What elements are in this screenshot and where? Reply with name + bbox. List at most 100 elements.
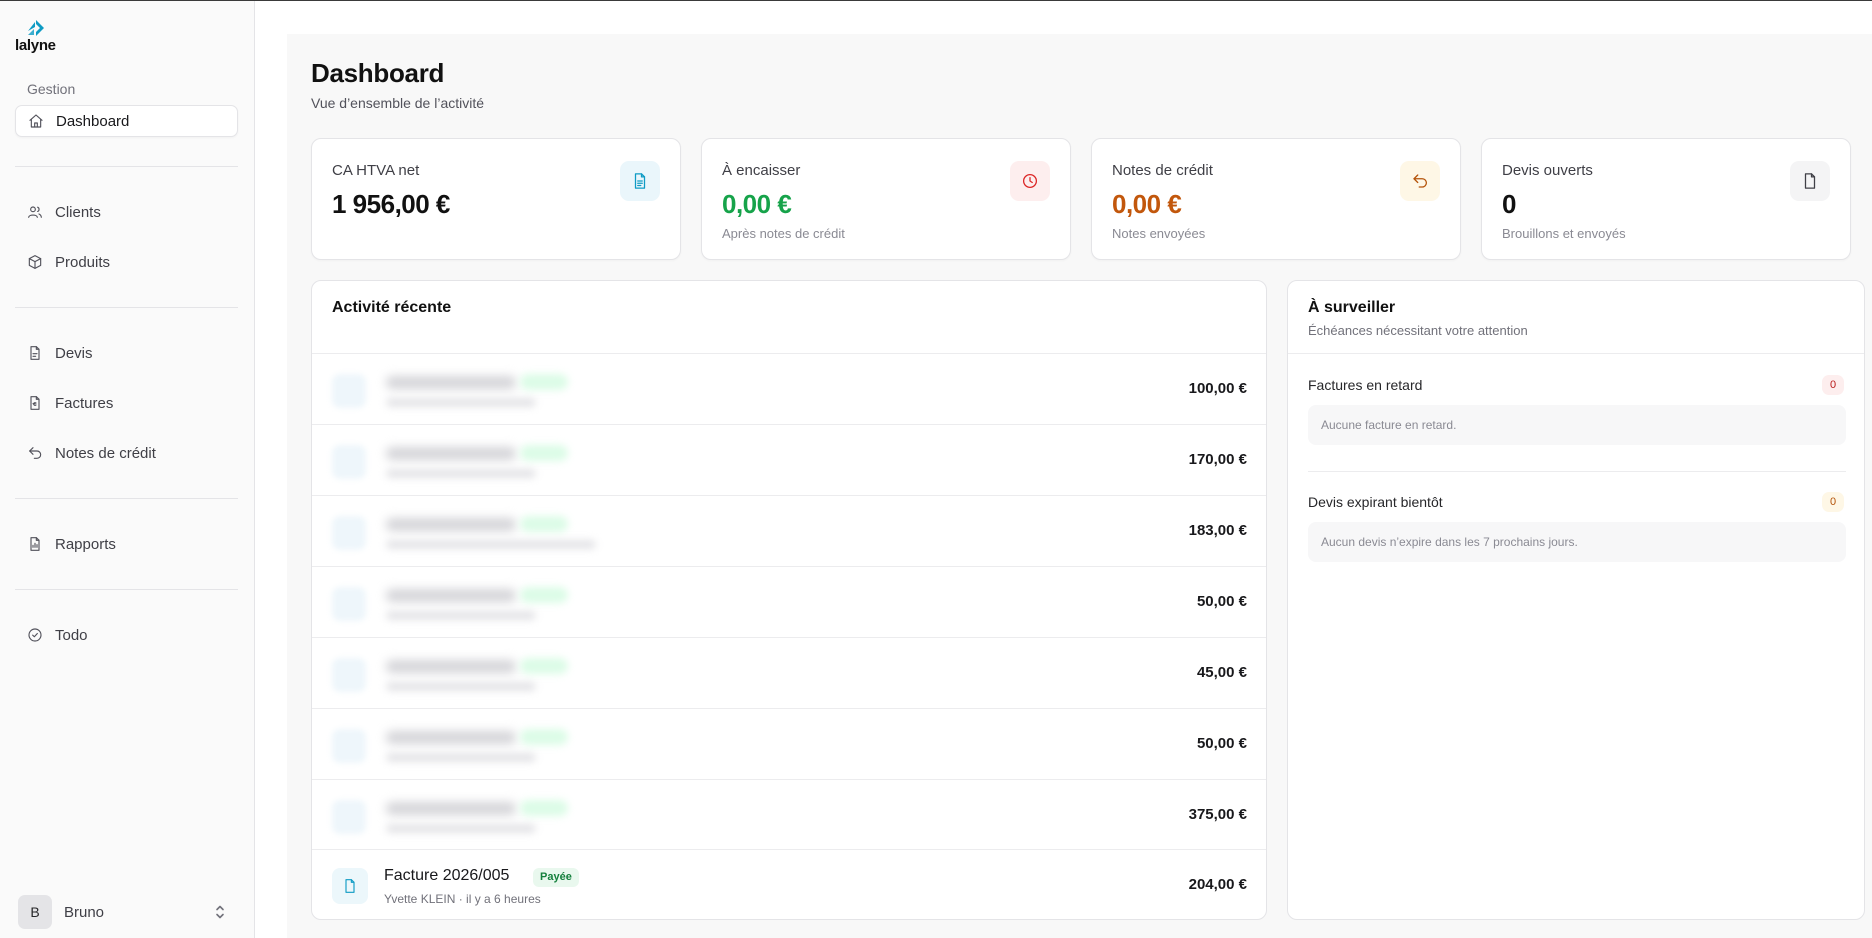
page-title: Dashboard <box>311 58 445 88</box>
sidebar: lalyne Gestion Dashboard Clients Produit… <box>0 1 255 938</box>
user-menu[interactable]: B Bruno <box>18 895 228 929</box>
blurred-badge <box>520 587 568 603</box>
stat-sub: Après notes de crédit <box>722 226 845 241</box>
sidebar-item-devis[interactable]: Devis <box>15 337 238 369</box>
user-name: Bruno <box>64 903 105 921</box>
stat-card-a-encaisser: À encaisser 0,00 € Après notes de crédit <box>701 138 1071 260</box>
nav-section-label: Gestion <box>27 81 76 97</box>
activity-row[interactable]: 50,00 € <box>312 708 1266 779</box>
overdue-invoices-title: Factures en retard <box>1308 377 1423 393</box>
blurred-badge <box>520 374 568 390</box>
chevron-up-down-icon[interactable] <box>212 903 228 921</box>
box-icon <box>27 254 43 270</box>
activity-row[interactable]: 45,00 € <box>312 637 1266 708</box>
stat-card-ca-htva: CA HTVA net 1 956,00 € <box>311 138 681 260</box>
blurred-icon <box>332 374 366 408</box>
stat-value: 0 <box>1502 189 1516 219</box>
panel-subtitle: Échéances nécessitant votre attention <box>1308 323 1528 338</box>
home-icon <box>28 113 44 129</box>
blurred-title <box>386 802 516 815</box>
stat-card-notes-de-credit: Notes de crédit 0,00 € Notes envoyées <box>1091 138 1461 260</box>
blurred-badge <box>520 516 568 532</box>
page-subtitle: Vue d’ensemble de l’activité <box>311 95 485 111</box>
sidebar-item-factures[interactable]: Factures <box>15 387 238 419</box>
sidebar-item-notes-de-credit[interactable]: Notes de crédit <box>15 437 238 469</box>
sidebar-item-clients[interactable]: Clients <box>15 196 238 228</box>
activity-row[interactable]: 100,00 € <box>312 353 1266 424</box>
blurred-icon <box>332 800 366 834</box>
file-icon <box>332 868 368 904</box>
sidebar-item-label: Notes de crédit <box>55 444 156 462</box>
activity-row[interactable]: 50,00 € <box>312 566 1266 637</box>
sidebar-item-label: Clients <box>55 203 101 221</box>
activity-amount: 183,00 € <box>1188 522 1247 539</box>
users-icon <box>27 204 43 220</box>
brand-logo[interactable]: lalyne <box>15 17 59 57</box>
document-icon <box>620 161 660 201</box>
activity-subtitle: Yvette KLEIN · il y a 6 heures <box>384 892 541 906</box>
blurred-badge <box>520 800 568 816</box>
blurred-badge <box>520 729 568 745</box>
sidebar-divider <box>15 307 238 308</box>
sidebar-item-label: Rapports <box>55 535 116 553</box>
activity-row[interactable]: 375,00 € <box>312 779 1266 850</box>
blurred-badge <box>520 658 568 674</box>
activity-row[interactable]: 170,00 € <box>312 424 1266 495</box>
expiring-quotes-title: Devis expirant bientôt <box>1308 494 1443 510</box>
report-icon <box>27 536 43 552</box>
activity-amount: 50,00 € <box>1196 593 1247 610</box>
blurred-title <box>386 731 516 744</box>
check-circle-icon <box>27 627 43 643</box>
blurred-icon <box>332 729 366 763</box>
blurred-subtitle <box>386 753 536 762</box>
blurred-icon <box>332 587 366 621</box>
blurred-icon <box>332 445 366 479</box>
activity-amount: 375,00 € <box>1188 806 1247 823</box>
sidebar-item-rapports[interactable]: Rapports <box>15 528 238 560</box>
sidebar-divider <box>15 589 238 590</box>
activity-title: Facture 2026/005 <box>384 867 510 884</box>
blurred-title <box>386 447 516 460</box>
recent-activity-panel: Activité récente 100,00 € 170,00 € 183,0… <box>311 280 1267 920</box>
logo-mark-icon <box>28 20 44 36</box>
blurred-title <box>386 660 516 673</box>
activity-amount: 100,00 € <box>1188 380 1247 397</box>
undo-icon <box>27 445 43 461</box>
empty-state: Aucun devis n’expire dans les 7 prochain… <box>1308 522 1846 562</box>
count-badge: 0 <box>1822 492 1844 512</box>
sidebar-item-label: Devis <box>55 344 93 362</box>
sidebar-item-label: Factures <box>55 394 114 412</box>
file-icon <box>27 345 43 361</box>
sidebar-divider <box>15 166 238 167</box>
stat-value: 0,00 € <box>722 189 792 219</box>
panel-divider <box>1288 353 1864 354</box>
activity-row[interactable]: Facture 2026/005 Payée Yvette KLEIN · il… <box>312 849 1266 919</box>
sidebar-item-label: Todo <box>55 626 88 644</box>
blurred-subtitle <box>386 824 536 833</box>
clock-icon <box>1010 161 1050 201</box>
stat-label: À encaisser <box>722 162 801 179</box>
stat-sub: Notes envoyées <box>1112 226 1206 241</box>
sidebar-divider <box>15 498 238 499</box>
avatar: B <box>18 895 52 929</box>
stat-label: CA HTVA net <box>332 162 420 179</box>
sidebar-item-todo[interactable]: Todo <box>15 619 238 651</box>
blurred-title <box>386 589 516 602</box>
main-content: Dashboard Vue d’ensemble de l’activité C… <box>287 34 1872 938</box>
blurred-icon <box>332 658 366 692</box>
panel-title: À surveiller <box>1308 299 1396 316</box>
blurred-subtitle <box>386 611 536 620</box>
blurred-subtitle <box>386 682 536 691</box>
empty-state: Aucune facture en retard. <box>1308 405 1846 445</box>
activity-row[interactable]: 183,00 € <box>312 495 1266 566</box>
sidebar-item-dashboard[interactable]: Dashboard <box>15 105 238 137</box>
activity-amount: 50,00 € <box>1196 735 1247 752</box>
brand-name: lalyne <box>15 37 56 54</box>
activity-amount: 204,00 € <box>1188 876 1247 893</box>
blurred-title <box>386 376 516 389</box>
blurred-title <box>386 518 516 531</box>
undo-icon <box>1400 161 1440 201</box>
sidebar-item-produits[interactable]: Produits <box>15 246 238 278</box>
stat-label: Notes de crédit <box>1112 162 1213 179</box>
watch-panel: À surveiller Échéances nécessitant votre… <box>1287 280 1865 920</box>
